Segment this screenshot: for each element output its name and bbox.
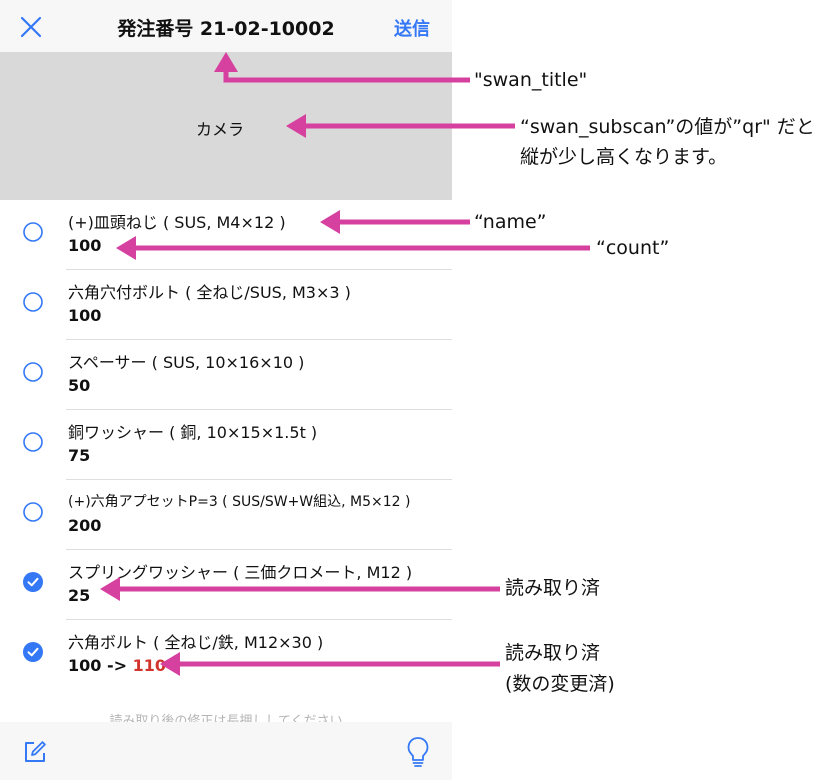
- list-item[interactable]: 銅ワッシャー ( 銅, 10×15×1.5t ) 75: [0, 410, 452, 480]
- item-count: 75: [68, 446, 90, 465]
- item-count-value: 100 ->: [68, 656, 133, 675]
- item-name: (+)六角アプセットP=3 ( SUS/SW+W組込, M5×12 ): [68, 494, 411, 510]
- app-screen: 発注番号 21-02-10002 送信 カメラ (+)皿頭ねじ ( SUS, M…: [0, 0, 452, 780]
- empty-circle-icon[interactable]: [23, 502, 43, 522]
- list-item[interactable]: 六角穴付ボルト ( 全ねじ/SUS, M3×3 ) 100: [0, 270, 452, 340]
- camera-preview: カメラ: [0, 52, 452, 200]
- list-item[interactable]: 六角ボルト ( 全ねじ/鉄, M12×30 ) 100 -> 110: [0, 620, 452, 690]
- annotation-count: “count”: [596, 237, 670, 259]
- item-count-new-value: 110: [132, 656, 166, 675]
- lightbulb-icon[interactable]: [406, 736, 430, 768]
- annotation-name: “name”: [474, 211, 547, 233]
- navigation-bar: 発注番号 21-02-10002 送信: [0, 0, 452, 52]
- edit-hint: 読み取り後の修正は長押ししてください: [109, 714, 343, 722]
- item-count-value: 200: [68, 516, 102, 535]
- item-list: (+)皿頭ねじ ( SUS, M4×12 ) 100 六角穴付ボルト ( 全ねじ/S…: [0, 200, 452, 690]
- item-count: 100: [68, 236, 101, 255]
- item-count-value: 100: [68, 306, 102, 325]
- empty-circle-icon[interactable]: [23, 292, 43, 312]
- item-name: (+)皿頭ねじ ( SUS, M4×12 ): [68, 213, 286, 232]
- empty-circle-icon[interactable]: [23, 432, 43, 452]
- item-count: 100: [68, 306, 101, 325]
- annotation-subscan-line1: “swan_subscan”の値が”qr" だと: [520, 116, 815, 138]
- item-count: 50: [68, 376, 90, 395]
- annotation-swan-title: "swan_title": [474, 69, 588, 91]
- list-item[interactable]: (+)皿頭ねじ ( SUS, M4×12 ) 100: [0, 200, 452, 270]
- compose-icon[interactable]: [22, 739, 48, 765]
- item-count: 100 -> 110: [68, 656, 166, 675]
- camera-label: カメラ: [196, 120, 245, 139]
- item-count-value: 25: [68, 586, 91, 605]
- item-count: 200: [68, 516, 101, 535]
- checkmark-circle-icon[interactable]: [23, 572, 43, 592]
- page-title: 発注番号 21-02-10002: [117, 18, 335, 40]
- annotation-scanned-changed-line2: (数の変更済): [505, 673, 615, 695]
- item-count-value: 50: [68, 376, 91, 395]
- item-count-value: 75: [68, 446, 91, 465]
- item-count: 25: [68, 586, 90, 605]
- item-count-value: 100: [68, 236, 102, 255]
- item-name: スペーサー ( SUS, 10×16×10 ): [68, 353, 305, 372]
- send-button[interactable]: 送信: [394, 15, 430, 41]
- item-name: 銅ワッシャー ( 銅, 10×15×1.5t ): [68, 423, 318, 442]
- checkmark-circle-icon[interactable]: [23, 642, 43, 662]
- item-name: 六角穴付ボルト ( 全ねじ/SUS, M3×3 ): [68, 283, 351, 302]
- annotation-subscan-line2: 縦が少し高くなります。: [520, 146, 728, 168]
- list-item[interactable]: (+)六角アプセットP=3 ( SUS/SW+W組込, M5×12 ) 200: [0, 480, 452, 550]
- empty-circle-icon[interactable]: [23, 362, 43, 382]
- item-name: スプリングワッシャー ( 三価クロメート, M12 ): [68, 563, 413, 582]
- bottom-toolbar: [0, 722, 452, 780]
- list-item[interactable]: スプリングワッシャー ( 三価クロメート, M12 ) 25: [0, 550, 452, 620]
- empty-circle-icon[interactable]: [23, 222, 43, 242]
- item-name: 六角ボルト ( 全ねじ/鉄, M12×30 ): [68, 633, 324, 652]
- annotation-scanned-changed-line1: 読み取り済: [505, 642, 601, 664]
- list-item[interactable]: スペーサー ( SUS, 10×16×10 ) 50: [0, 340, 452, 410]
- annotation-scanned: 読み取り済: [505, 577, 601, 599]
